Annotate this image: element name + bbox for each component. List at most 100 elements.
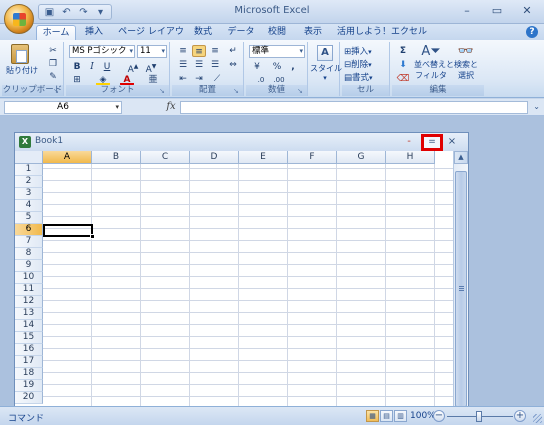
row-header-10[interactable]: 10 bbox=[15, 272, 43, 284]
tab-review[interactable]: 校閲 bbox=[264, 25, 290, 40]
row-header-17[interactable]: 17 bbox=[15, 356, 43, 368]
tab-data[interactable]: データ bbox=[226, 25, 256, 40]
fill-icon[interactable]: ⬇ bbox=[396, 59, 410, 71]
styles-button[interactable]: A スタイル ▾ bbox=[310, 45, 342, 82]
app-restore-icon[interactable]: ▭ bbox=[486, 3, 508, 19]
row-header-13[interactable]: 13 bbox=[15, 308, 43, 320]
row-header-12[interactable]: 12 bbox=[15, 296, 43, 308]
row-header-19[interactable]: 19 bbox=[15, 380, 43, 392]
active-cell[interactable] bbox=[43, 224, 93, 237]
zoom-in-icon[interactable]: + bbox=[514, 410, 526, 422]
align-bottom-icon[interactable]: ≡ bbox=[208, 45, 222, 57]
orientation-icon[interactable]: ⟋ bbox=[210, 73, 224, 85]
app-minimize-icon[interactable]: – bbox=[456, 3, 478, 19]
italic-button[interactable]: I bbox=[85, 61, 99, 73]
workbook-restore-button[interactable]: = bbox=[421, 134, 443, 151]
number-format-select[interactable]: 標準 ▾ bbox=[249, 45, 305, 58]
comma-button[interactable]: , bbox=[286, 61, 300, 73]
sort-filter-button[interactable]: A⏷ 並べ替えと フィルタ bbox=[414, 44, 454, 81]
align-left-icon[interactable]: ☰ bbox=[176, 59, 190, 71]
autosum-button[interactable]: Σ bbox=[396, 45, 410, 57]
align-top-icon[interactable]: ≡ bbox=[176, 45, 190, 57]
scroll-thumb[interactable] bbox=[455, 171, 467, 407]
copy-icon[interactable]: ❐ bbox=[46, 58, 60, 70]
tab-view[interactable]: 表示 bbox=[300, 25, 326, 40]
select-all-corner[interactable] bbox=[15, 151, 43, 164]
align-right-icon[interactable]: ☰ bbox=[208, 59, 222, 71]
column-header-d[interactable]: D bbox=[190, 151, 239, 164]
office-button[interactable] bbox=[4, 4, 34, 34]
app-close-icon[interactable]: ✕ bbox=[516, 3, 538, 19]
insert-cells-button[interactable]: ⊞挿入▾ bbox=[344, 45, 388, 57]
align-middle-icon[interactable]: ≡ bbox=[192, 45, 206, 57]
shrink-font-icon[interactable]: A▼ bbox=[144, 61, 158, 75]
vertical-scrollbar[interactable]: ▲ bbox=[453, 151, 468, 407]
font-name-select[interactable]: MS Pゴシック ▾ bbox=[69, 45, 135, 58]
font-launcher-icon[interactable]: ↘ bbox=[159, 87, 167, 95]
tab-page-layout[interactable]: ページ レイアウト bbox=[118, 25, 184, 51]
column-header-h[interactable]: H bbox=[386, 151, 435, 164]
cut-icon[interactable]: ✂ bbox=[46, 45, 60, 57]
tab-insert[interactable]: 挿入 bbox=[80, 25, 108, 40]
row-header-6[interactable]: 6 bbox=[15, 224, 43, 236]
column-header-c[interactable]: C bbox=[141, 151, 190, 164]
row-header-7[interactable]: 7 bbox=[15, 236, 43, 248]
help-icon[interactable]: ? bbox=[526, 26, 538, 38]
zoom-slider-thumb[interactable] bbox=[476, 411, 482, 422]
currency-icon[interactable]: ¥ bbox=[250, 61, 264, 73]
number-launcher-icon[interactable]: ↘ bbox=[297, 87, 305, 95]
grow-font-icon[interactable]: A▲ bbox=[126, 61, 140, 75]
row-header-8[interactable]: 8 bbox=[15, 248, 43, 260]
row-header-3[interactable]: 3 bbox=[15, 188, 43, 200]
tab-home[interactable]: ホーム bbox=[36, 25, 76, 40]
delete-cells-button[interactable]: ⊟削除▾ bbox=[344, 58, 388, 70]
expand-formula-bar-icon[interactable]: ⌄ bbox=[533, 102, 540, 111]
resize-grip[interactable] bbox=[533, 414, 542, 423]
column-header-e[interactable]: E bbox=[239, 151, 288, 164]
clipboard-launcher-icon[interactable]: ↘ bbox=[53, 87, 61, 95]
row-header-9[interactable]: 9 bbox=[15, 260, 43, 272]
scroll-up-icon[interactable]: ▲ bbox=[454, 151, 468, 164]
decrease-indent-icon[interactable]: ⇤ bbox=[176, 73, 190, 85]
formula-input[interactable] bbox=[180, 101, 528, 114]
clear-icon[interactable]: ⌫ bbox=[396, 73, 410, 85]
column-header-f[interactable]: F bbox=[288, 151, 337, 164]
font-size-select[interactable]: 11 ▾ bbox=[137, 45, 167, 58]
workbook-minimize-icon[interactable]: - bbox=[404, 137, 414, 147]
paste-button[interactable]: 貼り付け bbox=[6, 44, 38, 78]
normal-view-icon[interactable]: ▦ bbox=[366, 410, 379, 422]
fill-handle[interactable] bbox=[90, 234, 95, 239]
find-select-button[interactable]: 👓 検索と 選択 bbox=[450, 44, 482, 81]
merge-center-icon[interactable]: ⇔ bbox=[226, 59, 240, 71]
column-header-g[interactable]: G bbox=[337, 151, 386, 164]
alignment-launcher-icon[interactable]: ↘ bbox=[233, 87, 241, 95]
page-layout-view-icon[interactable]: ▤ bbox=[380, 410, 393, 422]
row-header-14[interactable]: 14 bbox=[15, 320, 43, 332]
row-header-4[interactable]: 4 bbox=[15, 200, 43, 212]
row-header-11[interactable]: 11 bbox=[15, 284, 43, 296]
workbook-close-icon[interactable]: × bbox=[446, 136, 458, 148]
row-header-20[interactable]: 20 bbox=[15, 392, 43, 404]
format-cells-button[interactable]: ▤書式▾ bbox=[344, 71, 388, 83]
column-header-b[interactable]: B bbox=[92, 151, 141, 164]
increase-indent-icon[interactable]: ⇥ bbox=[192, 73, 206, 85]
row-header-15[interactable]: 15 bbox=[15, 332, 43, 344]
row-header-16[interactable]: 16 bbox=[15, 344, 43, 356]
underline-button[interactable]: U bbox=[100, 61, 114, 73]
insert-function-button[interactable]: fx bbox=[164, 101, 178, 114]
column-header-a[interactable]: A bbox=[43, 151, 92, 164]
row-header-2[interactable]: 2 bbox=[15, 176, 43, 188]
zoom-out-icon[interactable]: − bbox=[433, 410, 445, 422]
cell-area[interactable] bbox=[43, 164, 453, 407]
align-center-icon[interactable]: ☰ bbox=[192, 59, 206, 71]
row-header-18[interactable]: 18 bbox=[15, 368, 43, 380]
wrap-text-icon[interactable]: ↵ bbox=[226, 45, 240, 57]
row-header-1[interactable]: 1 bbox=[15, 164, 43, 176]
percent-button[interactable]: % bbox=[270, 61, 284, 73]
zoom-level[interactable]: 100% bbox=[410, 411, 436, 421]
row-header-5[interactable]: 5 bbox=[15, 212, 43, 224]
page-break-view-icon[interactable]: ▥ bbox=[394, 410, 407, 422]
tab-addin[interactable]: 活用しよう！エクセル bbox=[336, 25, 428, 40]
tab-formulas[interactable]: 数式 bbox=[190, 25, 216, 40]
name-box[interactable]: A6 ▾ bbox=[4, 101, 122, 114]
